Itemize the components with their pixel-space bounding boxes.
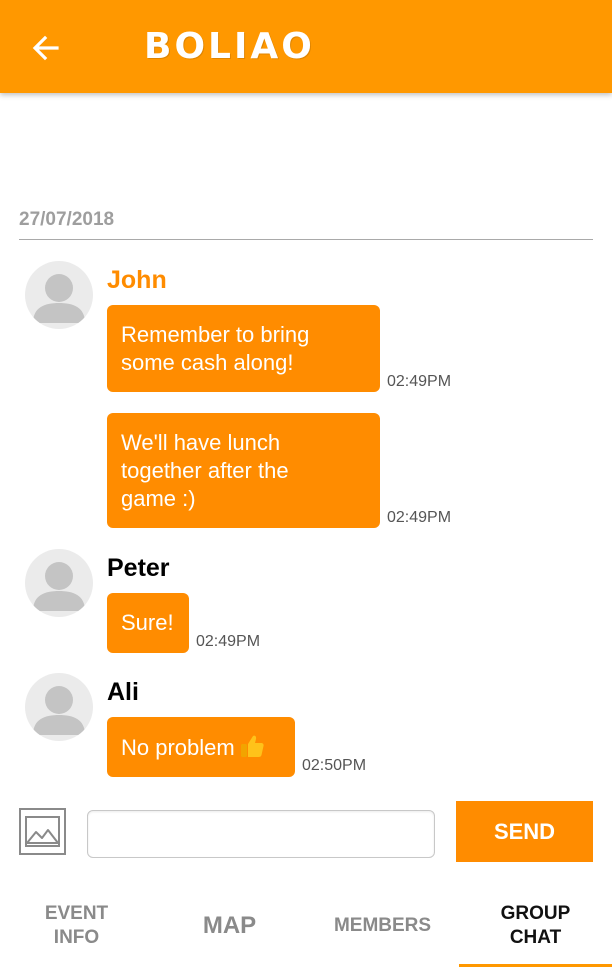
message-text: No problem (121, 735, 235, 760)
tab-group-chat[interactable]: GROUP CHAT (459, 886, 612, 966)
tab-label: MEMBERS (333, 915, 432, 936)
sender-name: Ali (107, 678, 139, 706)
back-button[interactable] (26, 28, 66, 68)
message-input[interactable] (87, 810, 435, 858)
avatar[interactable] (25, 673, 93, 741)
arrow-left-icon (32, 35, 59, 61)
tab-map[interactable]: MAP (153, 886, 306, 966)
tab-label: MAP (202, 912, 257, 939)
user-placeholder-icon (33, 562, 85, 611)
message-bubble[interactable]: Remember to bring some cash along! (107, 305, 380, 392)
message-time: 02:49PM (387, 509, 452, 526)
message-bubble[interactable]: Sure! (107, 593, 189, 653)
chat-date: 27/07/2018 (19, 209, 115, 230)
user-placeholder-icon (33, 274, 85, 323)
send-button[interactable]: SEND (456, 801, 593, 862)
tab-event-info[interactable]: EVENT INFO (0, 886, 153, 966)
tab-members[interactable]: MEMBERS (306, 886, 459, 966)
avatar[interactable] (25, 261, 93, 329)
sender-name: Peter (107, 554, 170, 582)
avatar[interactable] (25, 549, 93, 617)
app-bar: BOLIAO (0, 0, 612, 93)
message-time: 02:50PM (302, 757, 367, 774)
sender-name: John (107, 266, 167, 294)
attach-image-button[interactable] (19, 808, 66, 855)
message-bubble[interactable]: We'll have lunch together after the game… (107, 413, 380, 528)
app-title: BOLIAO (144, 26, 315, 67)
tab-label: EVENT INFO (44, 903, 109, 948)
thumbs-up-icon (240, 735, 264, 757)
date-separator: 27/07/2018 (19, 209, 593, 240)
message-time: 02:49PM (387, 373, 452, 390)
image-icon (25, 816, 60, 847)
message-bubble[interactable]: No problem (107, 717, 295, 777)
user-placeholder-icon (33, 686, 85, 735)
tab-label: GROUP CHAT (500, 903, 571, 948)
message-time: 02:49PM (196, 633, 261, 650)
